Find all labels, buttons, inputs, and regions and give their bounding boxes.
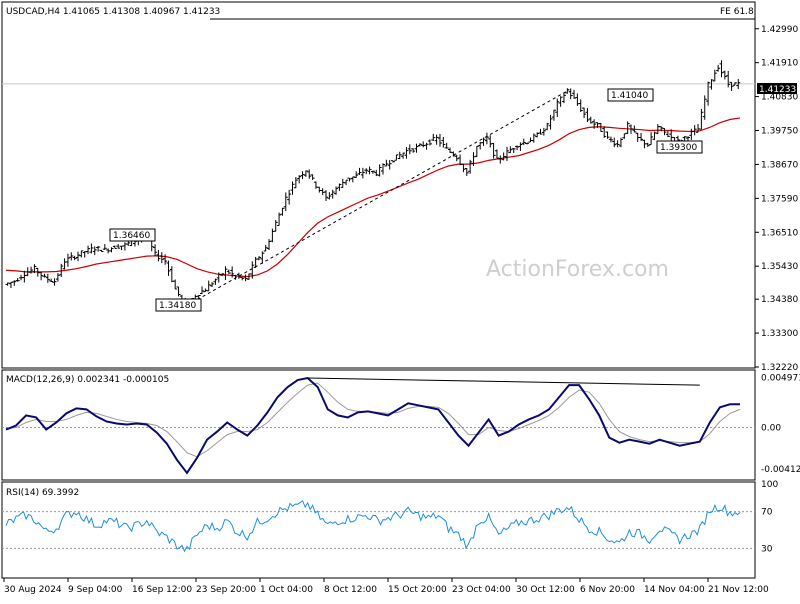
price-tick-label: 1.42990: [761, 25, 798, 35]
rsi-tick-label: 30: [761, 544, 773, 554]
macd-tick-label: 0.00: [761, 424, 781, 434]
price-tick-label: 1.36510: [761, 228, 798, 238]
price-tick-label: 1.34380: [761, 295, 798, 305]
chart-window: 1.42990 1.41910 1.40830 1.39750 1.38670 1.375…: [0, 0, 800, 600]
watermark: ActionForex.com: [486, 257, 669, 282]
current-price-label: 1.41233: [759, 85, 796, 95]
price-tick-label: 1.39750: [761, 127, 798, 137]
x-tick-label: 15 Oct 20:00: [388, 585, 447, 595]
macd-tick-label: 0.004971: [761, 373, 800, 383]
price-tick-label: 1.32220: [761, 363, 798, 373]
x-tick-label: 30 Aug 2024: [4, 585, 62, 595]
rsi-label: RSI(14) 69.3992: [6, 488, 79, 498]
symbol-info: USDCAD,H4 1.41065 1.41308 1.40967 1.4123…: [6, 7, 220, 17]
chart-svg: 1.429901.419101.408301.397501.386701.375…: [0, 0, 800, 600]
rsi-tick-label: 100: [761, 480, 778, 490]
x-tick-label: 1 Oct 04:00: [260, 585, 313, 595]
price-tick-label: 1.41910: [761, 59, 798, 69]
price-tick-label: 1.38670: [761, 160, 798, 170]
x-tick-label: 14 Nov 04:00: [644, 585, 705, 595]
macd-tick-label: -0.004126: [761, 465, 800, 475]
x-tick-label: 30 Oct 12:00: [516, 585, 575, 595]
x-tick-label: 6 Nov 20:00: [580, 585, 635, 595]
rsi-tick-label: 70: [761, 508, 773, 518]
x-tick-label: 21 Nov 12:00: [708, 585, 769, 595]
annotation-low-nov: 1.39300: [660, 143, 697, 153]
macd-label: MACD(12,26,9) 0.002341 -0.000105: [6, 375, 169, 385]
annotation-high-sep: 1.36460: [113, 231, 150, 241]
price-tick-label: 1.33300: [761, 329, 798, 339]
annotation-low-sep: 1.34180: [159, 301, 196, 311]
annotation-high-nov: 1.41040: [611, 91, 648, 101]
x-tick-label: 8 Oct 12:00: [324, 585, 377, 595]
x-tick-label: 16 Sep 12:00: [132, 585, 192, 595]
x-tick-label: 9 Sep 04:00: [68, 585, 123, 595]
price-tick-label: 1.35430: [761, 262, 798, 272]
x-tick-label: 23 Sep 20:00: [196, 585, 256, 595]
fe-label: FE 61.8: [720, 7, 754, 17]
x-tick-label: 23 Oct 04:00: [452, 585, 511, 595]
price-tick-label: 1.37590: [761, 194, 798, 204]
